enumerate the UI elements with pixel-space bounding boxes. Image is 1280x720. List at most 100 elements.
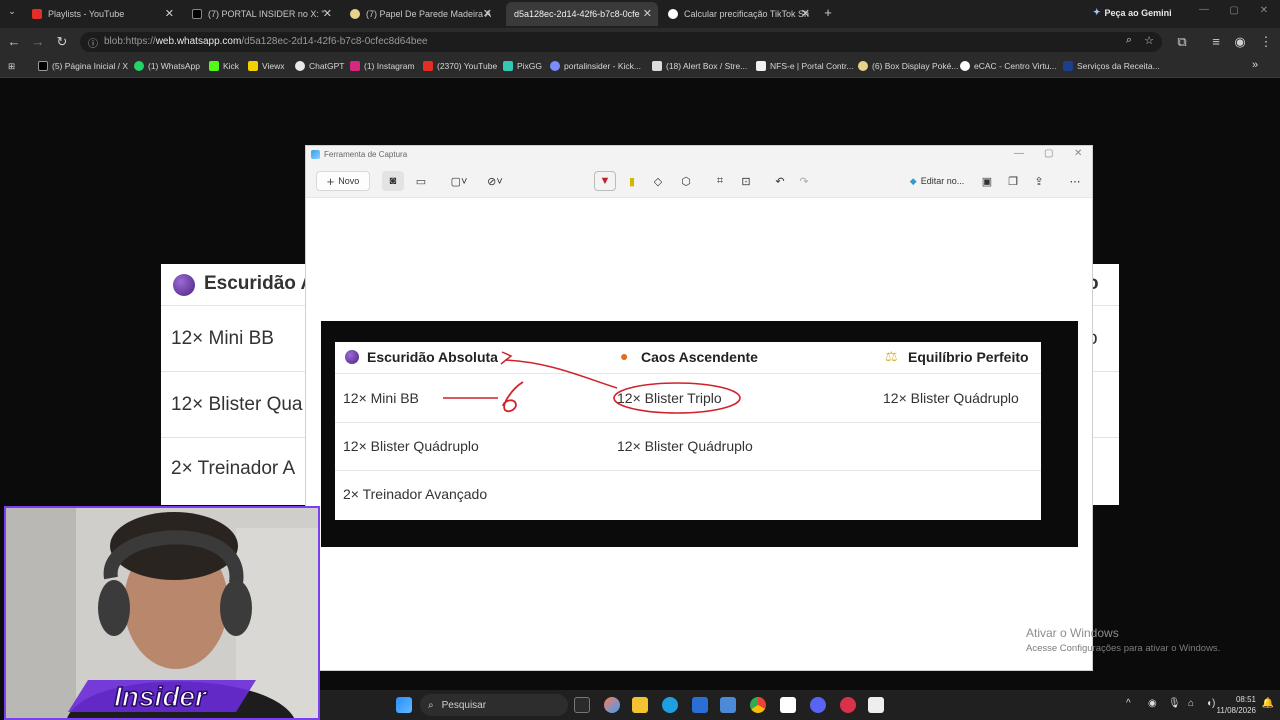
bookmark-label: Kick xyxy=(223,61,240,71)
extensions-icon[interactable]: ⧉ xyxy=(1174,34,1190,50)
file-explorer-icon[interactable] xyxy=(632,697,648,713)
zoom-icon[interactable]: ⌕ xyxy=(1126,34,1132,47)
bookmark-portalinsider[interactable]: portalinsider - Kick... xyxy=(550,61,641,71)
bookmark-boxdisplay[interactable]: (6) Box Display Poké... xyxy=(858,61,958,71)
close-icon[interactable]: ✕ xyxy=(323,7,332,20)
undo-icon[interactable]: ↶ xyxy=(770,171,790,191)
bookmark-x[interactable]: (5) Página Inicial / X xyxy=(38,61,128,71)
chatgpt-icon xyxy=(295,61,305,71)
maximize-icon[interactable]: ▢ xyxy=(1226,5,1242,16)
bookmark-chatgpt[interactable]: ChatGPT xyxy=(295,61,344,71)
text-actions-icon[interactable]: ⊡ xyxy=(736,171,756,191)
network-icon[interactable]: ⌂ xyxy=(1188,698,1194,709)
discord-icon[interactable] xyxy=(810,697,826,713)
tab-wallpaper[interactable]: (7) Papel De Parede Madeira A ✕ xyxy=(342,2,498,26)
tab-label: Playlists - YouTube xyxy=(48,9,125,19)
redo-icon[interactable]: ↷ xyxy=(794,171,814,191)
bookmark-whatsapp[interactable]: (1) WhatsApp xyxy=(134,61,200,71)
obs-icon[interactable] xyxy=(840,697,856,713)
share-icon[interactable]: ⇪ xyxy=(1030,171,1048,191)
kick-icon xyxy=(209,61,219,71)
bookmark-youtube[interactable]: (2370) YouTube xyxy=(423,61,497,71)
purple-orb-icon xyxy=(173,274,195,296)
notification-bell-icon[interactable]: 🔔 xyxy=(1262,698,1274,709)
edge-icon[interactable] xyxy=(662,697,678,713)
bookmark-nfse[interactable]: NFS-e | Portal Contr... xyxy=(756,61,853,71)
screenshot-mode-camera-icon[interactable]: ◙ xyxy=(382,171,404,191)
site-icon xyxy=(350,9,360,19)
snipping-tool-titlebar: Ferramenta de Captura — ▢ ✕ xyxy=(306,146,1092,164)
site-icon xyxy=(960,61,970,71)
profile-avatar-icon[interactable]: ◉ xyxy=(1232,34,1248,50)
system-clock[interactable]: 08:51 11/08/2026 xyxy=(1217,694,1256,716)
tab-list-icon[interactable]: ≡ xyxy=(1208,34,1224,49)
x-icon xyxy=(192,9,202,19)
tab-tiktok-calc[interactable]: Calcular precificação TikTok Sh ✕ xyxy=(660,2,816,26)
bookmark-star-icon[interactable]: ☆ xyxy=(1144,34,1154,47)
bookmark-pixgg[interactable]: PixGG xyxy=(503,61,542,71)
chrome-icon[interactable] xyxy=(750,697,766,713)
close-icon[interactable]: ✕ xyxy=(643,7,652,20)
bookmark-receita[interactable]: Serviços da Receita... xyxy=(1063,61,1160,71)
site-info-icon[interactable]: ⓘ xyxy=(88,35,98,50)
new-snip-button[interactable]: + Novo xyxy=(316,171,370,191)
bg-row-text: 2× Treinador A xyxy=(171,458,296,479)
address-bar[interactable]: ⓘ blob:https://web.whatsapp.com/d5a128ec… xyxy=(80,32,1162,52)
bookmark-label: Serviços da Receita... xyxy=(1077,61,1160,71)
new-tab-plus-icon[interactable]: + xyxy=(820,5,836,20)
minimize-icon[interactable]: — xyxy=(1014,148,1024,159)
copilot-icon[interactable] xyxy=(604,697,620,713)
window-close-icon[interactable]: ✕ xyxy=(1256,5,1272,16)
store-icon[interactable] xyxy=(692,697,708,713)
tab-x[interactable]: (7) PORTAL INSIDER no X: " ✕ xyxy=(184,2,338,26)
menu-kebab-icon[interactable]: ⋮ xyxy=(1258,34,1274,50)
close-icon[interactable]: ✕ xyxy=(165,7,174,20)
windows-start-icon[interactable] xyxy=(396,697,412,713)
task-view-icon[interactable] xyxy=(574,697,590,713)
bookmark-ecac[interactable]: eCAC - Centro Virtu... xyxy=(960,61,1057,71)
maximize-icon[interactable]: ▢ xyxy=(1044,148,1053,159)
new-snip-label: Novo xyxy=(338,176,360,186)
microphone-icon[interactable]: 🎙 xyxy=(1168,698,1181,709)
tray-app-icon[interactable]: ◉ xyxy=(1148,698,1157,709)
volume-icon[interactable]: ◖) xyxy=(1206,698,1215,709)
reload-icon[interactable]: ↻ xyxy=(54,34,70,50)
close-icon[interactable]: ✕ xyxy=(483,7,492,20)
more-bookmarks-chevron-icon[interactable]: » xyxy=(1252,59,1258,71)
capcut-icon[interactable] xyxy=(780,697,796,713)
more-options-icon[interactable]: ⋯ xyxy=(1066,171,1084,191)
delay-timer-dropdown-icon[interactable]: ⊘˅ xyxy=(482,171,508,191)
snip-shape-dropdown-icon[interactable]: ▢˅ xyxy=(446,171,472,191)
gemini-label: Peça ao Gemini xyxy=(1104,7,1172,18)
apps-grid-icon[interactable]: ⊞ xyxy=(8,61,15,72)
snipping-tool-app-icon xyxy=(311,150,320,159)
highlighter-icon[interactable]: ▮ xyxy=(622,171,642,191)
video-mode-icon[interactable]: ▭ xyxy=(410,171,432,191)
bg-row-text: 12× Blister Qua xyxy=(171,394,303,415)
save-icon[interactable]: ▣ xyxy=(978,171,996,191)
bookmark-alertbox[interactable]: (18) Alert Box / Stre... xyxy=(652,61,747,71)
gemini-button[interactable]: ✦ Peça ao Gemini xyxy=(1093,7,1172,18)
outlook-icon[interactable] xyxy=(720,697,736,713)
taskbar-search[interactable]: ⌕ Pesquisar xyxy=(420,694,568,716)
close-icon[interactable]: ✕ xyxy=(801,7,810,20)
forward-arrow-icon[interactable]: → xyxy=(30,34,46,49)
minimize-icon[interactable]: — xyxy=(1196,4,1212,15)
copy-icon[interactable]: ❐ xyxy=(1004,171,1022,191)
back-arrow-icon[interactable]: ← xyxy=(6,34,22,49)
bookmark-instagram[interactable]: (1) Instagram xyxy=(350,61,415,71)
tab-youtube[interactable]: Playlists - YouTube ✕ xyxy=(24,2,180,26)
window-close-icon[interactable]: ✕ xyxy=(1074,148,1082,159)
snipping-tool-icon[interactable] xyxy=(868,697,884,713)
edit-in-paint-button[interactable]: ◆ Editar no... xyxy=(903,171,971,191)
shapes-icon[interactable]: ⬡ xyxy=(676,171,696,191)
pen-tool-icon[interactable]: ▼ xyxy=(594,171,616,191)
pen-circle xyxy=(613,382,741,414)
tab-active-blob[interactable]: d5a128ec-2d14-42f6-b7c8-0cfe ✕ xyxy=(506,2,658,26)
crop-icon[interactable]: ⌗ xyxy=(710,171,730,191)
tab-search-chevron-icon[interactable]: ⌄ xyxy=(4,6,20,17)
bookmark-viewx[interactable]: Viewx xyxy=(248,61,285,71)
tray-chevron-icon[interactable]: ^ xyxy=(1126,698,1131,709)
eraser-icon[interactable]: ◇ xyxy=(648,171,668,191)
bookmark-kick[interactable]: Kick xyxy=(209,61,239,71)
